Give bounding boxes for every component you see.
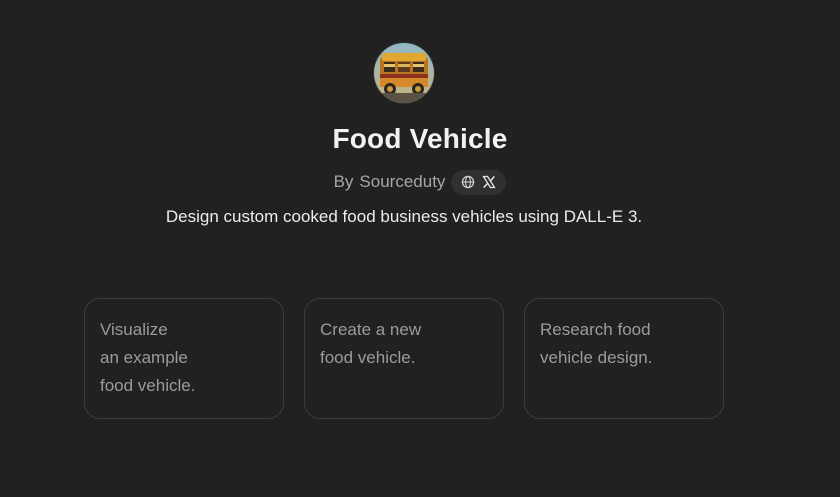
byline-prefix: By xyxy=(333,172,354,191)
starter-text: Research food vehicle design. xyxy=(540,320,653,367)
globe-icon[interactable] xyxy=(461,175,475,189)
food-truck-avatar-image xyxy=(374,43,434,103)
x-logo-icon[interactable] xyxy=(482,175,497,189)
byline: By Sourceduty xyxy=(0,168,840,196)
starter-text: Create a new food vehicle. xyxy=(320,320,422,367)
gpt-description: Design custom cooked food business vehic… xyxy=(165,207,643,226)
starter-card[interactable]: Create a new food vehicle. xyxy=(304,298,504,419)
gpt-title: Food Vehicle xyxy=(332,123,508,154)
starter-text: Visualize an example food vehicle. xyxy=(100,320,196,395)
starter-card[interactable]: Visualize an example food vehicle. xyxy=(84,298,284,419)
social-links xyxy=(451,169,507,195)
conversation-starters: Visualize an example food vehicle. Creat… xyxy=(84,298,724,419)
author-name: Sourceduty xyxy=(359,172,446,191)
starter-card[interactable]: Research food vehicle design. xyxy=(524,298,724,419)
gpt-landing: Food Vehicle By Sourceduty Design custom… xyxy=(0,0,840,497)
gpt-avatar xyxy=(374,43,434,103)
